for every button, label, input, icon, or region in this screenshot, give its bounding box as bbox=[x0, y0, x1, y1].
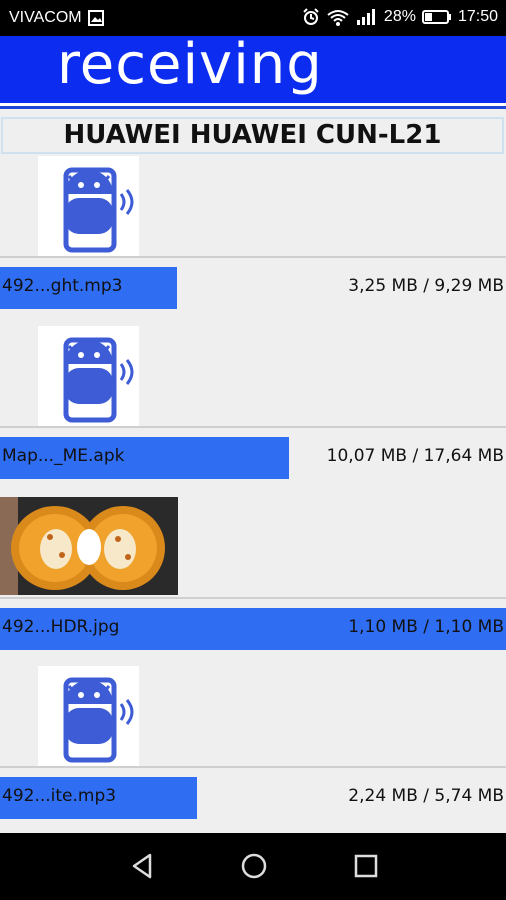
file-name: 492...HDR.jpg bbox=[2, 617, 120, 637]
clock: 17:50 bbox=[457, 8, 498, 25]
alarm-icon bbox=[303, 8, 319, 25]
transfer-thumbnail bbox=[38, 666, 139, 766]
row-divider bbox=[0, 766, 506, 768]
signal-icon bbox=[356, 9, 375, 25]
row-divider bbox=[0, 597, 506, 599]
home-icon[interactable] bbox=[239, 851, 269, 881]
carrier-label: VIVACOM bbox=[9, 9, 82, 26]
transfer-thumbnail bbox=[38, 156, 139, 256]
transfer-thumbnail bbox=[38, 326, 139, 426]
file-size: 10,07 MB / 17,64 MB bbox=[326, 446, 504, 466]
battery-icon bbox=[421, 10, 451, 24]
android-app-icon bbox=[63, 337, 134, 423]
navigation-bar bbox=[0, 833, 506, 900]
header-underline bbox=[0, 106, 506, 109]
transfer-item[interactable]: 492...ite.mp3 2,24 MB / 5,74 MB bbox=[0, 666, 506, 826]
file-name: Map..._ME.apk bbox=[2, 446, 125, 466]
android-app-icon bbox=[63, 677, 134, 763]
device-name-label: HUAWEI HUAWEI CUN-L21 bbox=[1, 117, 504, 154]
transfer-item[interactable]: Map..._ME.apk 10,07 MB / 17,64 MB bbox=[0, 326, 506, 480]
app-header: receiving bbox=[0, 32, 506, 103]
file-size: 1,10 MB / 1,10 MB bbox=[348, 617, 504, 637]
file-name: 492...ite.mp3 bbox=[2, 786, 117, 806]
file-name: 492...ght.mp3 bbox=[2, 276, 123, 296]
file-size: 2,24 MB / 5,74 MB bbox=[348, 786, 504, 806]
row-divider bbox=[0, 426, 506, 428]
wifi-icon bbox=[327, 10, 349, 26]
transfer-item[interactable]: 492...ght.mp3 3,25 MB / 9,29 MB bbox=[0, 156, 506, 310]
photo-thumbnail bbox=[0, 497, 178, 595]
battery-percent: 28% bbox=[383, 8, 416, 25]
recents-icon[interactable] bbox=[351, 851, 381, 881]
row-divider bbox=[0, 256, 506, 258]
back-icon[interactable] bbox=[128, 851, 158, 881]
image-notification-icon bbox=[87, 10, 104, 26]
transfer-item[interactable]: 492...HDR.jpg 1,10 MB / 1,10 MB bbox=[0, 497, 506, 651]
status-bar: VIVACOM 28% 17:50 bbox=[0, 0, 506, 36]
page-title: receiving bbox=[57, 32, 323, 97]
android-app-icon bbox=[63, 167, 134, 253]
file-size: 3,25 MB / 9,29 MB bbox=[348, 276, 504, 296]
